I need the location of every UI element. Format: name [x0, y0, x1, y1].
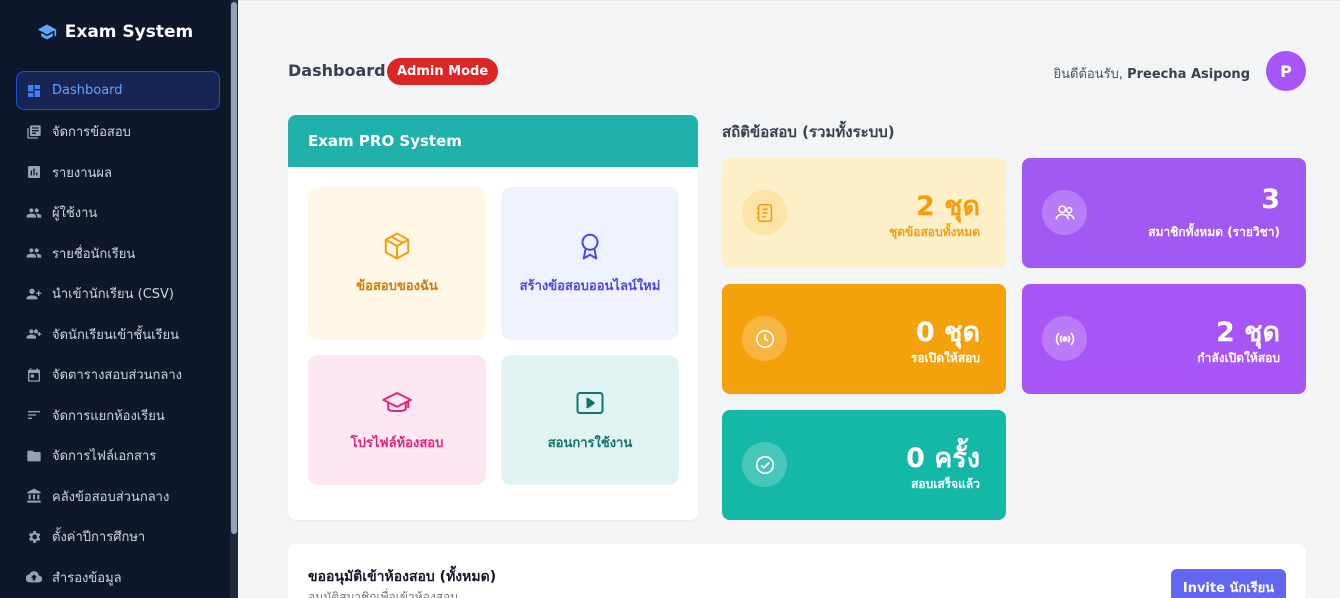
- stat-icon-wrap: [1042, 316, 1087, 361]
- stat-label: ชุดข้อสอบทั้งหมด: [889, 225, 980, 239]
- sidebar-item-files[interactable]: จัดการไฟล์เอกสาร: [16, 436, 220, 477]
- stat-card-completed[interactable]: 0 ครั้ง สอบเสร็จแล้ว: [722, 410, 1006, 520]
- tile-label: ข้อสอบของฉัน: [356, 279, 438, 294]
- stat-icon-wrap: [742, 442, 787, 487]
- cloud-upload-icon: [26, 571, 42, 583]
- sidebar-item-label: ตั้งค่าปีการศึกษา: [52, 530, 146, 546]
- sidebar-item-backup[interactable]: สำรองข้อมูล: [16, 557, 220, 598]
- sidebar-item-label: จัดการไฟล์เอกสาร: [52, 449, 157, 465]
- play-icon: [576, 391, 604, 414]
- calendar-icon: [28, 368, 40, 382]
- sidebar-item-label: คลังข้อสอบส่วนกลาง: [52, 489, 170, 505]
- graduation-cap-icon: [37, 24, 56, 40]
- box-icon: [384, 232, 410, 260]
- people-icon: [1055, 204, 1074, 219]
- library-icon: [27, 125, 41, 139]
- stat-card-total-exams[interactable]: 2 ชุด ชุดข้อสอบทั้งหมด: [722, 158, 1006, 268]
- stat-label: สอบเสร็จแล้ว: [911, 477, 980, 491]
- pending-subtitle: อนุมัติสมาชิกเพื่อเข้าห้องสอบ: [308, 590, 458, 598]
- broadcast-icon: [1055, 331, 1074, 346]
- stat-card-open[interactable]: 2 ชุด กำลังเปิดให้สอบ: [1022, 284, 1306, 394]
- bank-icon: [27, 488, 41, 503]
- users-icon: [26, 248, 42, 258]
- stat-card-waiting[interactable]: 0 ชุด รอเปิดให้สอบ: [722, 284, 1006, 394]
- stat-icon-wrap: [742, 316, 787, 361]
- sidebar-item-label: จัดการข้อสอบ: [52, 125, 131, 141]
- sidebar-item-label: รายงานผล: [52, 165, 113, 181]
- user-group-add-icon: [26, 329, 42, 339]
- sidebar-nav: Dashboard จัดการข้อสอบ รายงานผล ผู้ใช้งา…: [16, 71, 220, 598]
- top-divider: [238, 0, 1340, 1]
- stat-icon-wrap: [742, 190, 787, 235]
- sidebar-item-label: Dashboard: [52, 83, 123, 98]
- tile-label: สร้างข้อสอบออนไลน์ใหม่: [519, 279, 661, 294]
- stat-value: 3: [1261, 184, 1280, 215]
- pending-title: ขออนุมัติเข้าห้องสอบ (ทั้งหมด): [308, 569, 497, 585]
- stat-value: 0 ครั้ง: [906, 443, 980, 474]
- stat-value: 0 ชุด: [915, 317, 980, 348]
- avatar[interactable]: P: [1266, 51, 1306, 91]
- sidebar-item-label: จัดการแยกห้องเรียน: [52, 408, 165, 424]
- stat-value: 2 ชุด: [1215, 317, 1280, 348]
- brand[interactable]: Exam System: [0, 22, 230, 42]
- sidebar-item-label: นำเข้านักเรียน (CSV): [52, 287, 175, 303]
- tile-label: สอนการใช้งาน: [547, 435, 633, 451]
- sidebar: Exam System Dashboard จัดการข้อสอบ รายงา…: [0, 0, 238, 598]
- exam-pro-panel: Exam PRO System ข้อสอบของฉัน สร้างข้อสอบ…: [288, 115, 698, 520]
- folder-icon: [27, 450, 41, 462]
- exam-pro-title: Exam PRO System: [288, 115, 698, 167]
- sidebar-item-academic-year[interactable]: ตั้งค่าปีการศึกษา: [16, 517, 220, 558]
- sort-icon: [28, 411, 40, 420]
- stat-icon-wrap: [1042, 190, 1087, 235]
- stat-label: สมาชิกทั้งหมด (รายวิชา): [1148, 225, 1280, 239]
- sidebar-item-student-list[interactable]: รายชื่อนักเรียน: [16, 233, 220, 274]
- sidebar-item-question-bank[interactable]: คลังข้อสอบส่วนกลาง: [16, 476, 220, 517]
- dashboard-icon: [28, 84, 40, 97]
- sidebar-item-dashboard[interactable]: Dashboard: [16, 71, 220, 110]
- stats-title: สถิติข้อสอบ (รวมทั้งระบบ): [722, 123, 895, 141]
- sidebar-item-manage-exams[interactable]: จัดการข้อสอบ: [16, 112, 220, 153]
- invite-students-button[interactable]: Invite นักเรียน: [1171, 569, 1286, 598]
- graduation-cap-icon: [382, 391, 412, 412]
- clock-icon: [755, 329, 774, 348]
- sidebar-item-assign-class[interactable]: จัดนักเรียนเข้าชั้นเรียน: [16, 314, 220, 355]
- tile-label: โปรไฟล์ห้องสอบ: [350, 435, 444, 451]
- notebook-icon: [756, 203, 772, 222]
- sidebar-item-users[interactable]: ผู้ใช้งาน: [16, 193, 220, 234]
- tutorial-tile[interactable]: สอนการใช้งาน: [501, 355, 679, 485]
- sidebar-item-label: สำรองข้อมูล: [52, 570, 122, 586]
- sidebar-item-label: ผู้ใช้งาน: [52, 206, 98, 222]
- stat-card-members[interactable]: 3 สมาชิกทั้งหมด (รายวิชา): [1022, 158, 1306, 268]
- stat-label: รอเปิดให้สอบ: [910, 351, 980, 365]
- sidebar-item-label: จัดนักเรียนเข้าชั้นเรียน: [52, 327, 180, 343]
- user-add-icon: [26, 288, 42, 300]
- sidebar-item-exam-schedule[interactable]: จัดตารางสอบส่วนกลาง: [16, 355, 220, 396]
- admin-mode-badge: Admin Mode: [387, 58, 499, 85]
- my-exams-tile[interactable]: ข้อสอบของฉัน: [308, 187, 486, 340]
- users-icon: [26, 208, 42, 218]
- page-title: Dashboard: [288, 61, 386, 80]
- sidebar-item-label: รายชื่อนักเรียน: [52, 246, 136, 262]
- user-name: Preecha Asipong: [1127, 67, 1250, 82]
- welcome-prefix: ยินดีต้อนรับ,: [1053, 67, 1123, 82]
- stat-value: 2 ชุด: [915, 191, 980, 222]
- sidebar-scroll-thumb[interactable]: [231, 2, 237, 534]
- sidebar-item-import-students[interactable]: นำเข้านักเรียน (CSV): [16, 274, 220, 315]
- check-circle-icon: [755, 455, 774, 474]
- brand-name: Exam System: [64, 22, 194, 42]
- sidebar-item-label: จัดตารางสอบส่วนกลาง: [52, 368, 183, 384]
- welcome-text: ยินดีต้อนรับ, Preecha Asipong: [1054, 63, 1250, 84]
- sidebar-item-classrooms[interactable]: จัดการแยกห้องเรียน: [16, 395, 220, 436]
- sidebar-item-reports[interactable]: รายงานผล: [16, 152, 220, 193]
- exam-room-profile-tile[interactable]: โปรไฟล์ห้องสอบ: [308, 355, 486, 485]
- gear-icon: [28, 530, 41, 543]
- pending-approval-panel: ขออนุมัติเข้าห้องสอบ (ทั้งหมด) อนุมัติสม…: [288, 544, 1306, 598]
- stat-label: กำลังเปิดให้สอบ: [1197, 351, 1280, 365]
- award-icon: [581, 233, 599, 260]
- create-online-exam-tile[interactable]: สร้างข้อสอบออนไลน์ใหม่: [501, 187, 679, 340]
- report-icon: [28, 166, 40, 179]
